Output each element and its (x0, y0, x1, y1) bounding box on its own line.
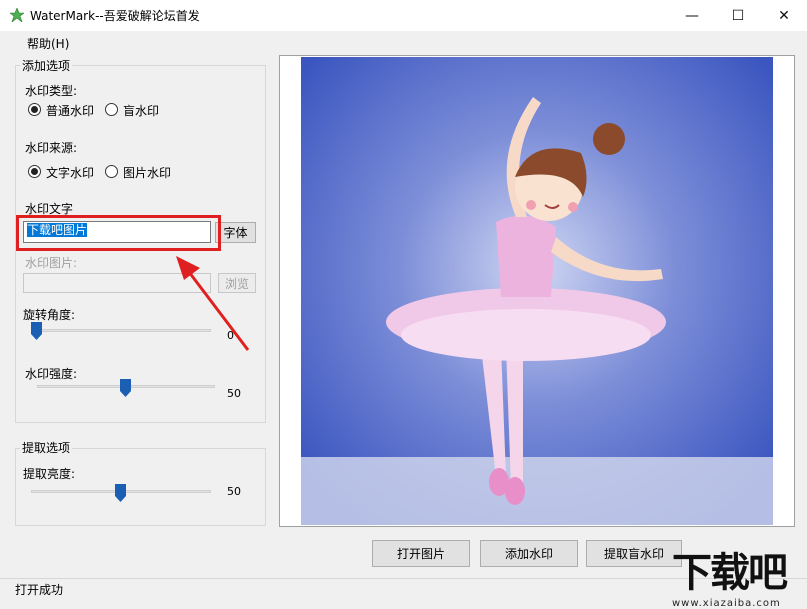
radio-text-watermark[interactable] (28, 165, 41, 178)
radio-text-label: 文字水印 (46, 166, 95, 180)
rotation-angle-label: 旋转角度: (23, 308, 76, 322)
radio-blind-label: 盲水印 (123, 104, 160, 118)
watermark-source-label: 水印来源: (25, 141, 78, 155)
radio-normal-label: 普通水印 (46, 104, 95, 118)
app-star-icon (10, 8, 24, 22)
close-button[interactable]: ✕ (761, 0, 807, 31)
window-title: WaterMark--吾爱破解论坛首发 (30, 9, 200, 23)
annotation-arrow-icon (176, 256, 250, 351)
status-text: 打开成功 (15, 583, 64, 597)
extract-blind-watermark-button[interactable]: 提取盲水印 (586, 540, 682, 567)
logo-sub-text: www.xiazaiba.com (672, 598, 781, 609)
close-icon: ✕ (778, 7, 790, 24)
extract-options-title: 提取选项 (20, 439, 73, 456)
font-button[interactable]: 字体 (215, 222, 256, 243)
minimize-button[interactable]: — (669, 0, 715, 31)
radio-normal-watermark[interactable] (28, 103, 41, 116)
watermark-type-label: 水印类型: (25, 84, 78, 98)
open-image-button[interactable]: 打开图片 (372, 540, 470, 567)
watermark-strength-label: 水印强度: (25, 367, 78, 381)
menu-bar (0, 31, 490, 53)
radio-image-label: 图片水印 (123, 166, 172, 180)
brightness-slider-thumb[interactable] (115, 484, 126, 502)
site-logo: 下载吧 www.xiazaiba.com (672, 540, 802, 609)
add-watermark-button[interactable]: 添加水印 (480, 540, 578, 567)
strength-slider-thumb[interactable] (120, 379, 131, 397)
extract-brightness-label: 提取亮度: (23, 467, 76, 481)
watermark-image-label: 水印图片: (25, 256, 78, 270)
strength-value: 50 (227, 387, 241, 400)
maximize-button[interactable]: ☐ (715, 0, 761, 31)
radio-image-watermark[interactable] (105, 165, 118, 178)
add-options-title: 添加选项 (20, 57, 73, 74)
radio-blind-watermark[interactable] (105, 103, 118, 116)
maximize-icon: ☐ (731, 7, 745, 24)
menu-help[interactable]: 帮助(H) (27, 35, 69, 52)
annotation-highlight-box (16, 215, 221, 251)
rotation-slider-thumb[interactable] (31, 322, 42, 340)
logo-main-text: 下载吧 (672, 550, 788, 596)
ballerina-image (301, 57, 773, 525)
brightness-value: 50 (227, 485, 241, 498)
minimize-icon: — (685, 7, 699, 24)
